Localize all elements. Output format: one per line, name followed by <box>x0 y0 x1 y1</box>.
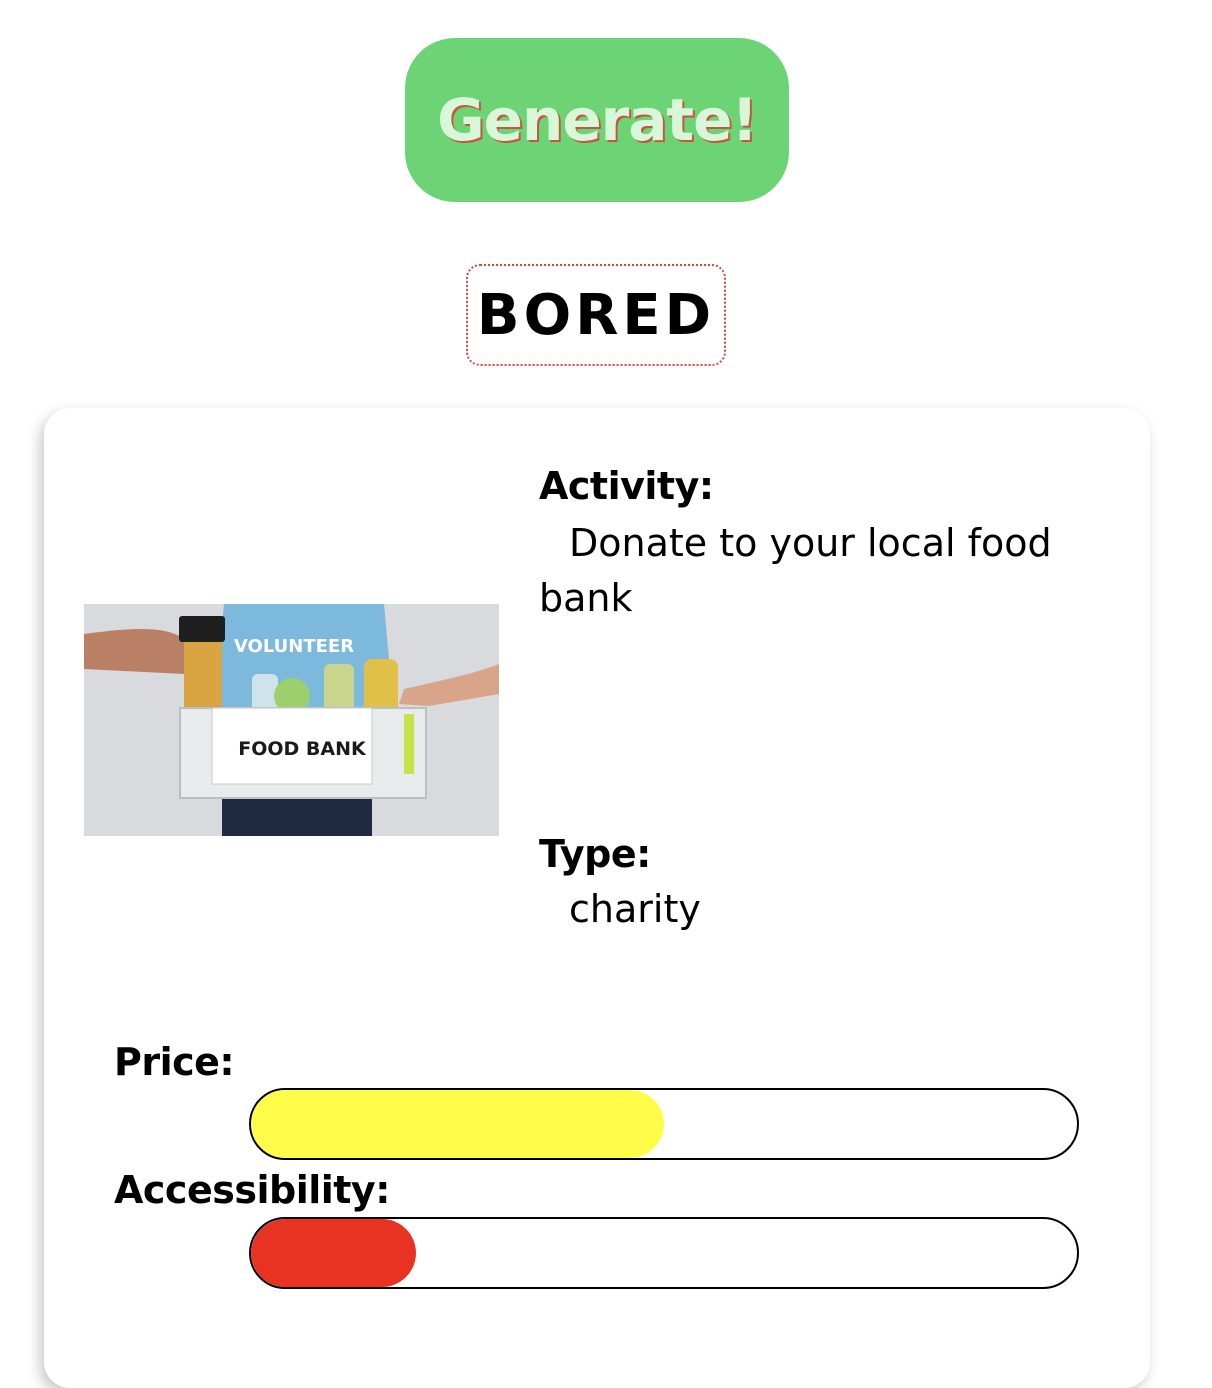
activity-value: Donate to your local food bank <box>539 521 1052 620</box>
box-sign-text: FOOD BANK <box>238 738 367 760</box>
generate-button[interactable]: Generate! <box>405 38 789 202</box>
food-bank-photo: VOLUNTEER FOOD BANK <box>84 604 499 836</box>
activity-image: VOLUNTEER FOOD BANK <box>84 604 499 836</box>
accessibility-bar-fill <box>251 1219 417 1287</box>
accessibility-bar <box>249 1217 1079 1289</box>
type-label: Type: <box>539 832 651 876</box>
shirt-text: VOLUNTEER <box>234 636 354 657</box>
accessibility-label: Accessibility: <box>114 1168 390 1212</box>
price-bar <box>249 1088 1079 1160</box>
logo: BORED <box>466 264 726 366</box>
type-value: charity <box>569 887 701 931</box>
logo-text: BORED <box>476 282 716 348</box>
activity-card: VOLUNTEER FOOD BANK Activity: Donate to … <box>44 408 1150 1388</box>
activity-label: Activity: <box>539 464 714 508</box>
price-bar-fill <box>251 1090 664 1158</box>
price-label: Price: <box>114 1040 235 1084</box>
generate-button-label: Generate! <box>437 86 758 154</box>
